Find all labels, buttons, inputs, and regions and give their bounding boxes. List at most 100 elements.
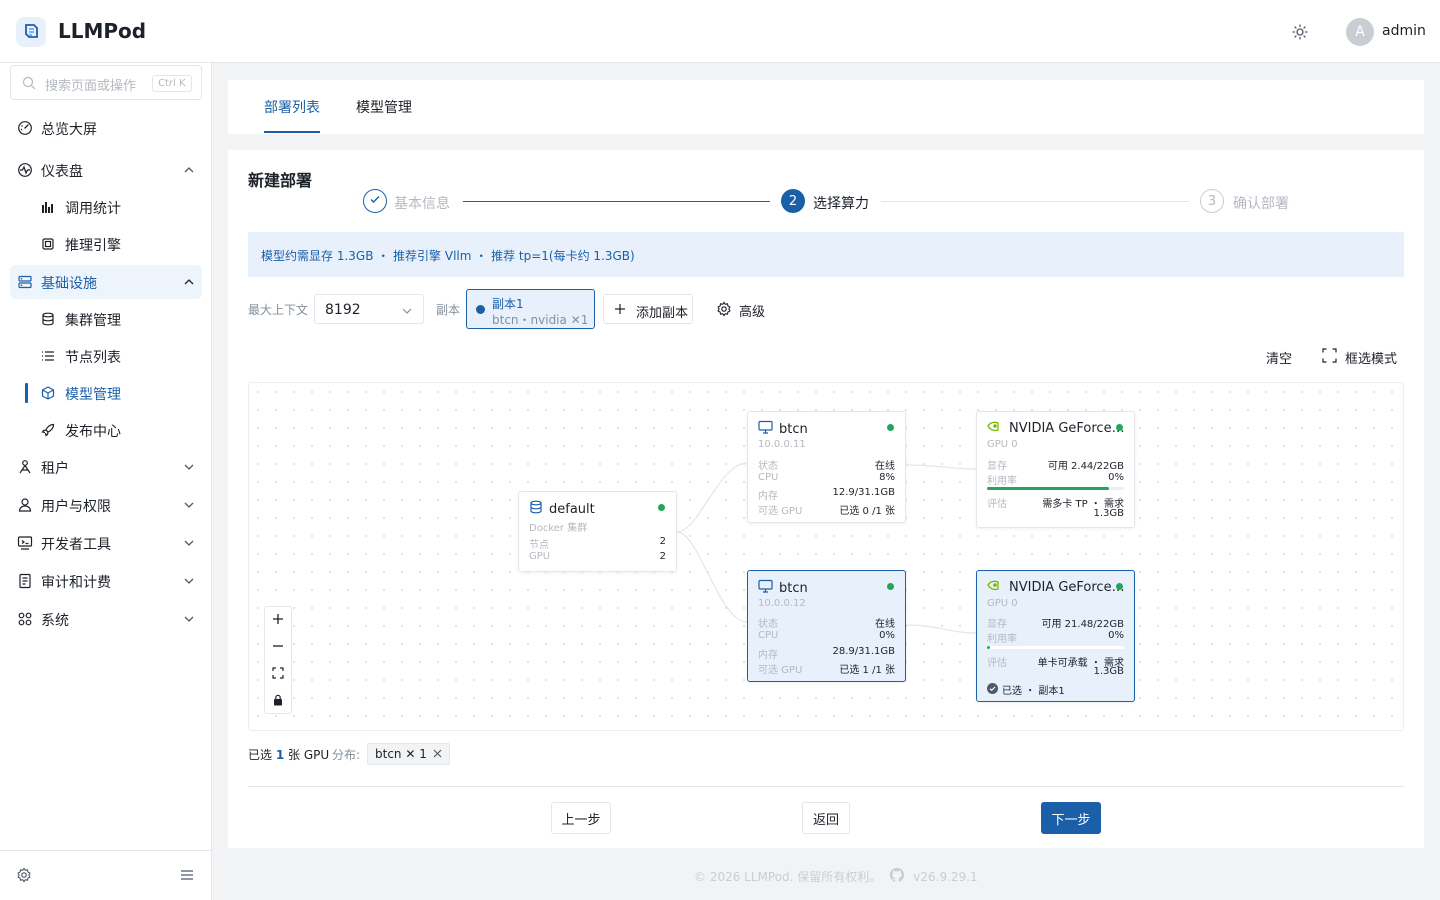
sidebar-item-system[interactable]: 系统 xyxy=(10,602,202,636)
sidebar-item-cluster-management[interactable]: 集群管理 xyxy=(10,303,202,335)
sidebar-item-users-permissions[interactable]: 用户与权限 xyxy=(10,488,202,522)
gear-icon[interactable] xyxy=(16,867,32,887)
host-name: btcn xyxy=(779,580,808,596)
cluster-type: Docker 集群 xyxy=(529,523,588,534)
host-node[interactable]: btcn 10.0.0.11 状态 在线 CPU 8% 内存 12.9/31.1GB … xyxy=(747,411,906,523)
username[interactable]: admin xyxy=(1382,23,1426,39)
sidebar-footer xyxy=(0,850,212,900)
status-dot xyxy=(658,504,665,511)
database-icon xyxy=(529,500,543,518)
gpu-memory-bar xyxy=(987,646,1124,649)
gpu-node[interactable]: NVIDIA GeForce… GPU 0 显存 可用 2.44/22GB 利用率… xyxy=(976,411,1135,528)
sidebar-item-label: 用户与权限 xyxy=(41,499,111,515)
topology-canvas[interactable]: default Docker 集群 节点 2 GPU 2 btcn 10.0.0.1… xyxy=(248,382,1404,731)
chevron-down-icon xyxy=(183,499,195,515)
box-select-button[interactable]: 框选模式 xyxy=(1322,348,1397,367)
tab-model-management[interactable]: 模型管理 xyxy=(356,97,412,117)
sun-icon xyxy=(1292,24,1308,40)
bar-chart-icon xyxy=(41,200,55,214)
tab-deploy-list[interactable]: 部署列表 xyxy=(264,97,320,117)
context-value: 8192 xyxy=(325,302,361,318)
add-replica-button[interactable]: 添加副本 xyxy=(603,294,693,324)
host-row: CPU 8% xyxy=(758,472,895,483)
sidebar-item-dashboard[interactable]: 仪表盘 xyxy=(10,153,202,187)
box-select-icon xyxy=(1322,348,1337,367)
next-step-button[interactable]: 下一步 xyxy=(1041,802,1101,834)
sidebar-item-label: 调用统计 xyxy=(65,201,121,217)
fit-view-button[interactable] xyxy=(265,661,291,688)
server-stack-icon xyxy=(17,274,33,290)
cluster-name: default xyxy=(549,501,595,517)
sidebar-item-label: 租户 xyxy=(41,461,69,477)
current-indicator xyxy=(25,383,28,403)
box-select-label: 框选模式 xyxy=(1345,352,1398,367)
sidebar-item-audit-billing[interactable]: 审计和计费 xyxy=(10,564,202,598)
step-3-label: 确认部署 xyxy=(1233,196,1289,212)
top-header: LLMPod A admin xyxy=(0,0,1440,63)
distribution-value: btcn ✕ 1 xyxy=(375,747,427,761)
zoom-controls xyxy=(264,606,292,714)
host-row: 可选 GPU 已选 0 /1 张 xyxy=(758,506,895,517)
host-node-head: btcn xyxy=(758,420,808,438)
host-row: 内存 12.9/31.1GB xyxy=(758,487,895,502)
sidebar-item-infrastructure[interactable]: 基础设施 xyxy=(10,265,202,299)
gpu-row: 显存 可用 21.48/22GB xyxy=(987,619,1124,630)
gpu-row: 利用率 0% xyxy=(987,630,1124,645)
chevron-down-icon xyxy=(183,575,195,591)
zoom-out-button[interactable] xyxy=(265,634,291,661)
close-icon[interactable] xyxy=(433,744,442,764)
replica-dot xyxy=(476,305,485,314)
host-row: 可选 GPU 已选 1 /1 张 xyxy=(758,665,895,676)
host-node-selected[interactable]: btcn 10.0.0.12 状态 在线 CPU 0% 内存 28.9/31.1GB … xyxy=(747,570,906,682)
sidebar-item-label: 审计和计费 xyxy=(41,575,111,591)
sidebar-item-overview[interactable]: 总览大屏 xyxy=(10,111,202,145)
back-button[interactable]: 返回 xyxy=(802,802,850,834)
context-select[interactable]: 8192 xyxy=(314,294,424,324)
sidebar-item-call-stats[interactable]: 调用统计 xyxy=(10,191,202,223)
search-shortcut: Ctrl K xyxy=(152,75,192,92)
cluster-row: 节点 2 xyxy=(529,536,666,551)
check-circle-icon xyxy=(987,682,998,697)
distribution-label: 分布: xyxy=(332,748,361,762)
menu-collapse-icon[interactable] xyxy=(180,868,194,886)
host-row: 状态 在线 xyxy=(758,461,895,472)
fit-view-icon xyxy=(272,666,284,683)
search-input[interactable]: 搜索页面或操作 Ctrl K xyxy=(10,65,202,100)
database-icon xyxy=(41,312,55,326)
clear-button[interactable]: 清空 xyxy=(1266,348,1292,367)
user-icon xyxy=(17,497,33,513)
cluster-node[interactable]: default Docker 集群 节点 2 GPU 2 xyxy=(518,491,677,572)
search-placeholder: 搜索页面或操作 xyxy=(45,79,137,94)
host-row: CPU 0% xyxy=(758,630,895,641)
replica-chip[interactable]: 副本1 btcn・nvidia ✕1 xyxy=(466,289,595,329)
sidebar-item-node-list[interactable]: 节点列表 xyxy=(10,340,202,372)
gpu-node-selected[interactable]: NVIDIA GeForce… GPU 0 显存 可用 21.48/22GB 利用… xyxy=(976,570,1135,702)
advanced-button[interactable]: 高级 xyxy=(712,294,772,324)
host-ip: 10.0.0.12 xyxy=(758,598,806,609)
info-text: 模型约需显存 1.3GB ・ 推荐引擎 Vllm ・ 推荐 tp=1(每卡约 1… xyxy=(261,249,635,263)
sidebar-item-model-management[interactable]: 模型管理 xyxy=(10,377,202,409)
sidebar: 搜索页面或操作 Ctrl K 总览大屏 仪表盘 调用统计 推理引擎 基础设施 集… xyxy=(0,63,212,900)
prev-step-button[interactable]: 上一步 xyxy=(551,802,611,834)
sidebar-item-inference-engine[interactable]: 推理引擎 xyxy=(10,228,202,260)
sidebar-item-label: 总览大屏 xyxy=(41,122,97,138)
lock-button[interactable] xyxy=(265,688,291,715)
step-1-done xyxy=(363,189,387,213)
gear-icon xyxy=(716,301,732,317)
zoom-in-button[interactable] xyxy=(265,607,291,634)
chevron-down-icon xyxy=(401,305,413,321)
page-footer: © 2026 LLMPod. 保留所有权利。 v26.9.29.1 xyxy=(694,867,978,886)
host-row: 内存 28.9/31.1GB xyxy=(758,646,895,661)
theme-toggle-button[interactable] xyxy=(1289,21,1311,43)
gpu-index: GPU 0 xyxy=(987,598,1018,609)
avatar[interactable]: A xyxy=(1346,18,1374,46)
sidebar-item-tenant[interactable]: 租户 xyxy=(10,450,202,484)
sidebar-item-dev-tools[interactable]: 开发者工具 xyxy=(10,526,202,560)
sidebar-item-release-center[interactable]: 发布中心 xyxy=(10,414,202,446)
step-2-current: 2 xyxy=(781,189,805,213)
github-icon[interactable] xyxy=(889,867,905,886)
grid-icon xyxy=(17,611,33,627)
lock-icon xyxy=(272,694,284,710)
info-banner: 模型约需显存 1.3GB ・ 推荐引擎 Vllm ・ 推荐 tp=1(每卡约 1… xyxy=(248,232,1404,277)
host-ip: 10.0.0.11 xyxy=(758,439,806,450)
